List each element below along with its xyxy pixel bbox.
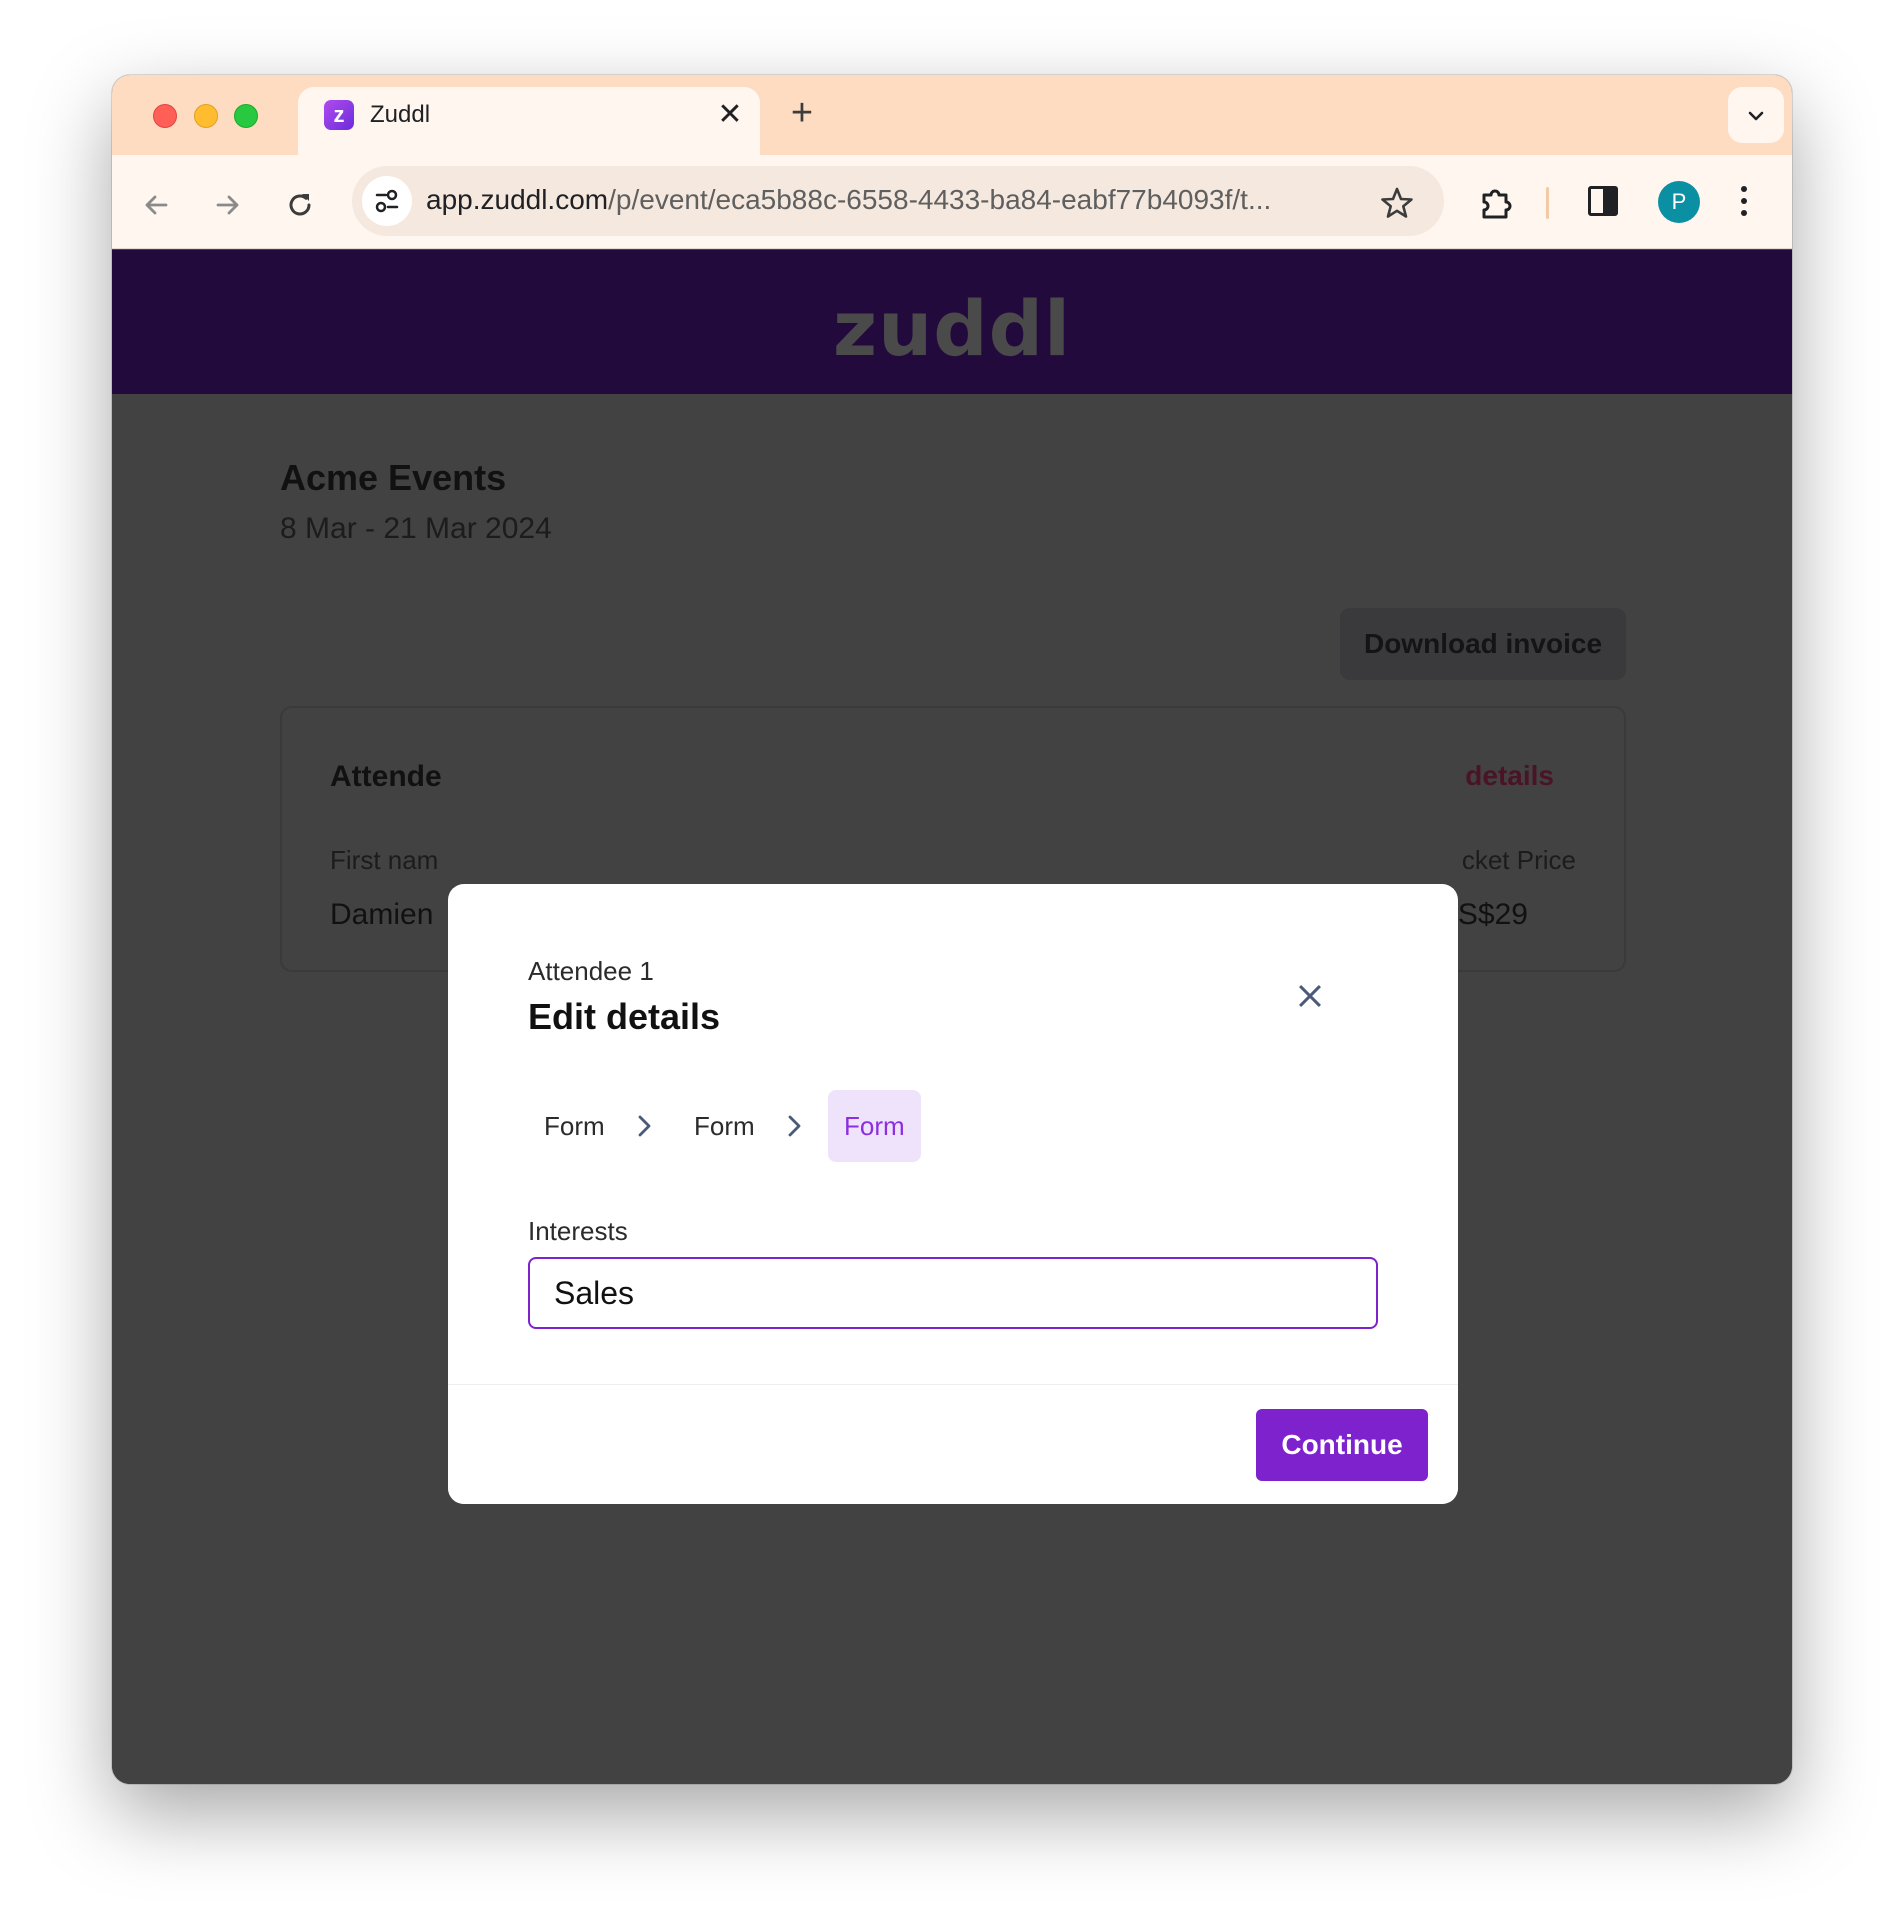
arrow-left-icon	[145, 195, 168, 215]
ticket-price-label: cket Price	[1461, 845, 1576, 875]
zuddl-favicon-icon: z	[324, 100, 354, 130]
tune-icon	[375, 189, 399, 213]
close-window-button[interactable]	[153, 104, 177, 128]
reload-button[interactable]	[276, 179, 324, 227]
browser-window: z Zuddl ✕ + app.zuddl.com/p/event/eca5b8…	[112, 75, 1792, 1784]
new-tab-button[interactable]: +	[780, 91, 824, 135]
url-text[interactable]: app.zuddl.com/p/event/eca5b88c-6558-4433…	[426, 184, 1366, 216]
browser-toolbar: app.zuddl.com/p/event/eca5b88c-6558-4433…	[112, 155, 1792, 249]
profile-avatar[interactable]: P	[1658, 181, 1700, 223]
side-panel-icon[interactable]	[1588, 186, 1618, 216]
tab-search-button[interactable]	[1728, 87, 1784, 143]
arrow-right-icon	[216, 195, 239, 215]
first-name-label: First nam	[330, 845, 439, 875]
ticket-price-value: S$29	[1457, 898, 1528, 931]
url-host: app.zuddl.com	[426, 184, 609, 215]
interests-input[interactable]: Sales	[528, 1257, 1378, 1329]
close-icon[interactable]	[1280, 966, 1340, 1026]
download-invoice-button[interactable]: Download invoice	[1340, 608, 1626, 680]
step-form-1[interactable]: Form	[528, 1090, 621, 1162]
back-button[interactable]	[132, 179, 180, 227]
edit-details-modal: Attendee 1 Edit details Form Form Form I…	[448, 884, 1458, 1504]
tab-strip: z Zuddl ✕ +	[112, 75, 1792, 155]
tab-title: Zuddl	[370, 101, 431, 128]
attendee-card-title: Attende	[330, 760, 442, 793]
extensions-puzzle-icon[interactable]	[1476, 183, 1516, 223]
modal-subtitle: Attendee 1	[528, 956, 654, 986]
step-form-2[interactable]: Form	[678, 1090, 771, 1162]
address-bar[interactable]: app.zuddl.com/p/event/eca5b88c-6558-4433…	[352, 166, 1444, 236]
chevron-right-icon	[788, 1115, 801, 1137]
event-dates: 8 Mar - 21 Mar 2024	[280, 512, 552, 545]
event-title: Acme Events	[280, 457, 507, 498]
bookmark-star-icon[interactable]	[1380, 176, 1414, 226]
reload-icon	[289, 194, 311, 216]
site-info-button[interactable]	[362, 176, 412, 226]
tab-close-icon[interactable]: ✕	[712, 97, 748, 133]
minimize-window-button[interactable]	[194, 104, 218, 128]
modal-title: Edit details	[528, 996, 721, 1037]
modal-footer: Continue	[448, 1384, 1458, 1504]
url-path: /p/event/eca5b88c-6558-4433-ba84-eabf77b…	[608, 184, 1272, 215]
continue-button[interactable]: Continue	[1256, 1409, 1428, 1481]
interests-label: Interests	[528, 1216, 628, 1246]
browser-tab[interactable]: z Zuddl ✕	[298, 87, 760, 155]
more-menu-icon[interactable]	[1738, 183, 1750, 221]
step-form-3-active[interactable]: Form	[828, 1090, 921, 1162]
web-page: zuddl Acme Events 8 Mar - 21 Mar 2024 Do…	[112, 250, 1792, 1784]
chevron-down-icon	[1748, 111, 1764, 121]
edit-details-link[interactable]: details	[1465, 760, 1554, 792]
chevron-right-icon	[638, 1115, 651, 1137]
maximize-window-button[interactable]	[234, 104, 258, 128]
toolbar-divider	[1546, 187, 1549, 219]
forward-button[interactable]	[204, 179, 252, 227]
brand-header: zuddl	[112, 250, 1792, 394]
first-name-value: Damien	[330, 898, 434, 931]
zuddl-logo: zuddl	[832, 284, 1072, 373]
